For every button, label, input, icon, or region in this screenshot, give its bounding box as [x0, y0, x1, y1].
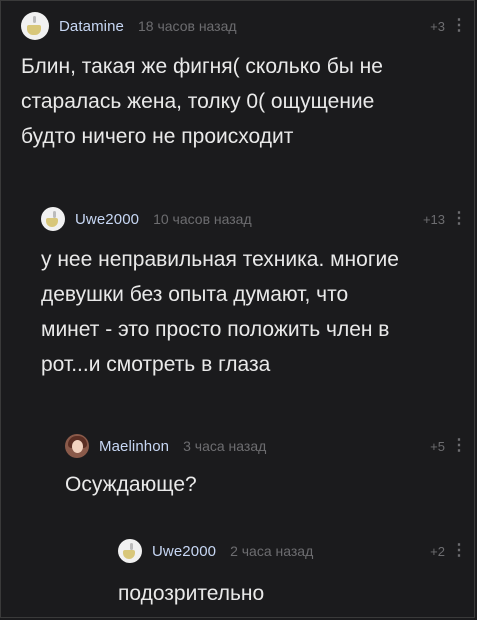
cup-icon	[46, 218, 58, 227]
person-avatar-icon[interactable]	[65, 434, 89, 458]
comment-header: Uwe2000 10 часов назад +13 ⋮	[41, 204, 467, 234]
cup-icon	[123, 550, 135, 559]
mug-avatar-icon[interactable]	[21, 12, 49, 40]
cup-icon	[27, 25, 41, 35]
face-icon	[72, 440, 83, 453]
comment-text: подозрительно	[118, 582, 265, 605]
comment-text: Блин, такая же фигня( сколько бы не стар…	[21, 55, 383, 148]
username[interactable]: Uwe2000	[152, 543, 216, 560]
comment-thread: Datamine 18 часов назад +3 ⋮ Блин, такая…	[0, 0, 475, 618]
timestamp[interactable]: 10 часов назад	[153, 211, 252, 227]
comment: Datamine 18 часов назад +3 ⋮ Блин, такая…	[21, 11, 467, 154]
comment: Uwe2000 10 часов назад +13 ⋮ у нее непра…	[41, 204, 467, 382]
more-options-icon[interactable]: ⋮	[451, 438, 467, 454]
comment: Maelinhon 3 часа назад +5 ⋮ Осуждающе?	[65, 431, 467, 502]
comment-header: Maelinhon 3 часа назад +5 ⋮	[65, 431, 467, 461]
more-options-icon[interactable]: ⋮	[451, 543, 467, 559]
timestamp[interactable]: 18 часов назад	[138, 18, 237, 34]
comment-header: Datamine 18 часов назад +3 ⋮	[21, 11, 467, 41]
comment-text: у нее неправильная техника. многие девуш…	[41, 248, 399, 376]
username[interactable]: Datamine	[59, 18, 124, 35]
steam-icon	[130, 543, 133, 550]
rating-score: +2	[430, 543, 445, 559]
rating-score: +5	[430, 438, 445, 454]
username[interactable]: Maelinhon	[99, 438, 169, 455]
timestamp[interactable]: 2 часа назад	[230, 543, 313, 559]
mug-avatar-icon[interactable]	[118, 539, 142, 563]
steam-icon	[53, 211, 56, 218]
comment-header: Uwe2000 2 часа назад +2 ⋮	[118, 536, 467, 566]
timestamp[interactable]: 3 часа назад	[183, 438, 266, 454]
more-options-icon[interactable]: ⋮	[451, 18, 467, 34]
comment: Uwe2000 2 часа назад +2 ⋮ подозрительно	[118, 536, 467, 611]
rating-score: +13	[422, 211, 445, 227]
mug-avatar-icon[interactable]	[41, 207, 65, 231]
username[interactable]: Uwe2000	[75, 211, 139, 228]
comment-text: Осуждающе?	[65, 473, 197, 496]
rating-score: +3	[430, 18, 445, 34]
more-options-icon[interactable]: ⋮	[451, 211, 467, 227]
steam-icon	[33, 16, 36, 23]
